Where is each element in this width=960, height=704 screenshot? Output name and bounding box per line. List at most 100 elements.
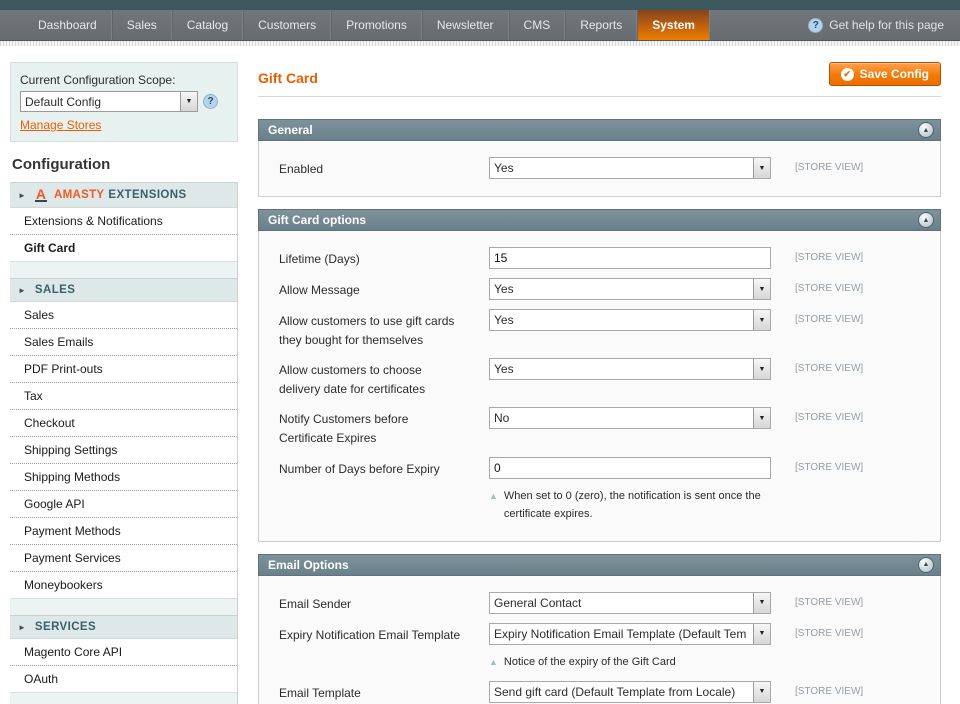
config-section-general: General▲EnabledYes▼[STORE VIEW] — [258, 119, 941, 197]
field-label: Allow Message — [279, 278, 484, 300]
sidebar-item-magento-core-api[interactable]: Magento Core API — [10, 639, 237, 666]
collapse-button[interactable]: ▲ — [918, 212, 934, 228]
collapse-button[interactable]: ▲ — [918, 122, 934, 138]
field-control: Yes▼ — [489, 278, 771, 300]
save-config-button[interactable]: ✔ Save Config — [829, 62, 941, 86]
select-email-template[interactable]: Send gift card (Default Template from Lo… — [489, 681, 771, 703]
config-scope-select[interactable]: Default Config ▼ — [20, 91, 198, 112]
config-scope-value: Default Config — [21, 95, 180, 109]
sidebar-item-gift-card[interactable]: Gift Card — [10, 235, 237, 262]
section-header[interactable]: Email Options▲ — [258, 554, 941, 576]
select-enabled[interactable]: Yes▼ — [489, 157, 771, 179]
form-row: Lifetime (Days)[STORE VIEW] — [279, 247, 930, 269]
field-control: ▲When set to 0 (zero), the notification … — [489, 457, 771, 524]
sidebar-item-sales-emails[interactable]: Sales Emails — [10, 329, 237, 356]
dropdown-button[interactable]: ▼ — [753, 682, 770, 702]
sidebar-item-extensions-notifications[interactable]: Extensions & Notifications — [10, 208, 237, 235]
config-scope-label: Current Configuration Scope: — [20, 73, 228, 87]
select-notify-customers-before[interactable]: No▼ — [489, 407, 771, 429]
field-control: No▼ — [489, 407, 771, 429]
section-arrow-icon: ► — [18, 286, 26, 295]
nav-item-customers[interactable]: Customers — [243, 10, 331, 40]
dropdown-button[interactable]: ▼ — [753, 593, 770, 613]
nav-item-cms[interactable]: CMS — [509, 10, 566, 40]
dropdown-button[interactable]: ▼ — [753, 158, 770, 178]
sidebar-item-payment-services[interactable]: Payment Services — [10, 545, 237, 572]
field-note: ▲When set to 0 (zero), the notification … — [489, 487, 789, 524]
scope-label: [STORE VIEW] — [795, 278, 863, 294]
field-label: Number of Days before Expiry — [279, 457, 484, 479]
dropdown-button[interactable]: ▼ — [180, 92, 197, 111]
dropdown-button[interactable]: ▼ — [753, 310, 770, 330]
sidebar-item-shipping-settings[interactable]: Shipping Settings — [10, 437, 237, 464]
nav-item-newsletter[interactable]: Newsletter — [422, 10, 509, 40]
scope-label: [STORE VIEW] — [795, 358, 863, 374]
scope-label: [STORE VIEW] — [795, 623, 863, 639]
input-number-of-days-before-expiry[interactable] — [489, 457, 771, 479]
field-label: Enabled — [279, 157, 484, 179]
select-value: Yes — [490, 161, 753, 175]
config-scope-box: Current Configuration Scope: Default Con… — [10, 62, 238, 142]
field-label: Allow customers to use gift cards they b… — [279, 309, 484, 349]
form-row: Email SenderGeneral Contact▼[STORE VIEW] — [279, 592, 930, 614]
field-control: General Contact▼ — [489, 592, 771, 614]
sidebar-item-google-api[interactable]: Google API — [10, 491, 237, 518]
nav-item-reports[interactable]: Reports — [565, 10, 637, 40]
chevron-down-icon: ▼ — [759, 366, 766, 373]
field-control: Yes▼ — [489, 309, 771, 331]
manage-stores-link[interactable]: Manage Stores — [20, 118, 101, 132]
select-allow-customers-to-choose[interactable]: Yes▼ — [489, 358, 771, 380]
sidebar-item-sales[interactable]: Sales — [10, 302, 237, 329]
select-value: Yes — [490, 282, 753, 296]
form-row: EnabledYes▼[STORE VIEW] — [279, 157, 930, 179]
field-control: Yes▼ — [489, 157, 771, 179]
sidebar-item-checkout[interactable]: Checkout — [10, 410, 237, 437]
select-expiry-notification-email-template[interactable]: Expiry Notification Email Template (Defa… — [489, 623, 771, 645]
select-allow-customers-to-use-gift-cards[interactable]: Yes▼ — [489, 309, 771, 331]
scope-label: [STORE VIEW] — [795, 157, 863, 173]
dropdown-button[interactable]: ▼ — [753, 408, 770, 428]
config-section-gift-card-options: Gift Card options ▲ Lifetime (Days)[STORE … — [258, 209, 941, 542]
scope-help-icon[interactable]: ? — [203, 94, 218, 109]
select-allow-message[interactable]: Yes▼ — [489, 278, 771, 300]
page-body: Current Configuration Scope: Default Con… — [0, 46, 960, 704]
nav-item-sales[interactable]: Sales — [112, 10, 172, 40]
section-title: Gift Card options — [268, 213, 366, 227]
form-row: Allow MessageYes▼[STORE VIEW] — [279, 278, 930, 300]
sidebar-item-payment-methods[interactable]: Payment Methods — [10, 518, 237, 545]
nav-item-promotions[interactable]: Promotions — [331, 10, 422, 40]
sidebar-section-header-sales[interactable]: ►SALES — [10, 278, 237, 302]
sidebar-section-title-secondary: EXTENSIONS — [108, 189, 186, 201]
input-lifetime-days[interactable] — [489, 247, 771, 269]
sidebar-section-header-amasty[interactable]: ►AAMASTYEXTENSIONS — [10, 182, 237, 208]
scope-label: [STORE VIEW] — [795, 681, 863, 697]
nav-item-system[interactable]: System — [637, 10, 710, 40]
dropdown-button[interactable]: ▼ — [753, 279, 770, 299]
sidebar-item-shipping-methods[interactable]: Shipping Methods — [10, 464, 237, 491]
form-row: Allow customers to use gift cards they b… — [279, 309, 930, 349]
sidebar-list: Magento Core APIOAuth — [10, 639, 237, 693]
sidebar-spacer — [10, 262, 237, 278]
sidebar-item-oauth[interactable]: OAuth — [10, 666, 237, 693]
section-header[interactable]: General▲ — [258, 119, 941, 141]
section-header[interactable]: Gift Card options ▲ — [258, 209, 941, 231]
scope-label: [STORE VIEW] — [795, 309, 863, 325]
section-body: EnabledYes▼[STORE VIEW] — [258, 141, 941, 197]
select-email-sender[interactable]: General Contact▼ — [489, 592, 771, 614]
nav-item-dashboard[interactable]: Dashboard — [24, 10, 112, 40]
sidebar-item-moneybookers[interactable]: Moneybookers — [10, 572, 237, 599]
sidebar-section-header-services[interactable]: ►SERVICES — [10, 615, 237, 639]
chevron-down-icon: ▼ — [759, 317, 766, 324]
sidebar-item-pdf-print-outs[interactable]: PDF Print-outs — [10, 356, 237, 383]
form-row: Notify Customers before Certificate Expi… — [279, 407, 930, 447]
dropdown-button[interactable]: ▼ — [753, 624, 770, 644]
field-label: Allow customers to choose delivery date … — [279, 358, 484, 398]
field-label: Notify Customers before Certificate Expi… — [279, 407, 484, 447]
check-circle-icon: ✔ — [841, 68, 854, 81]
collapse-button[interactable]: ▲ — [918, 557, 934, 573]
sidebar-item-tax[interactable]: Tax — [10, 383, 237, 410]
dropdown-button[interactable]: ▼ — [753, 359, 770, 379]
nav-item-catalog[interactable]: Catalog — [172, 10, 243, 40]
select-value: Send gift card (Default Template from Lo… — [490, 685, 753, 699]
get-help-link[interactable]: ? Get help for this page — [808, 10, 960, 40]
